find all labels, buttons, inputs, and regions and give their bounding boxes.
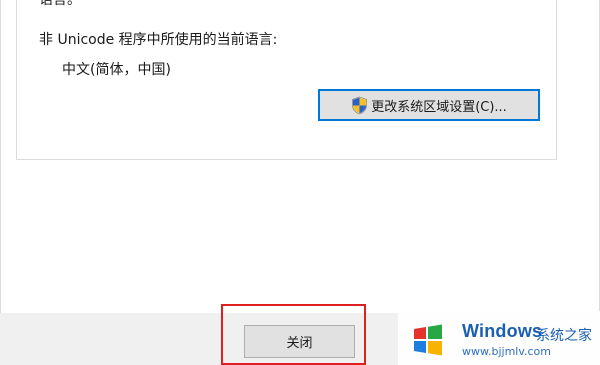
dialog-body: 语言。 非 Unicode 程序中所使用的当前语言: 中文(简体，中国) 更改系… <box>0 0 600 313</box>
windows-logo-icon <box>414 324 442 356</box>
change-system-locale-label: 更改系统区域设置(C)... <box>371 99 507 115</box>
watermark-brand: Windows <box>462 321 543 341</box>
current-language-value: 中文(简体，中国) <box>62 62 171 78</box>
change-system-locale-button[interactable]: 更改系统区域设置(C)... <box>318 89 540 121</box>
language-group-box <box>16 0 557 160</box>
non-unicode-language-label: 非 Unicode 程序中所使用的当前语言: <box>39 32 278 48</box>
close-button[interactable]: 关闭 <box>244 325 355 358</box>
watermark-subtitle: 系统之家 <box>536 328 592 344</box>
uac-shield-icon <box>351 96 368 115</box>
site-watermark: Windows 系统之家 www.bjjmlv.com <box>398 311 600 365</box>
watermark-url: www.bjjmlv.com <box>462 345 551 358</box>
